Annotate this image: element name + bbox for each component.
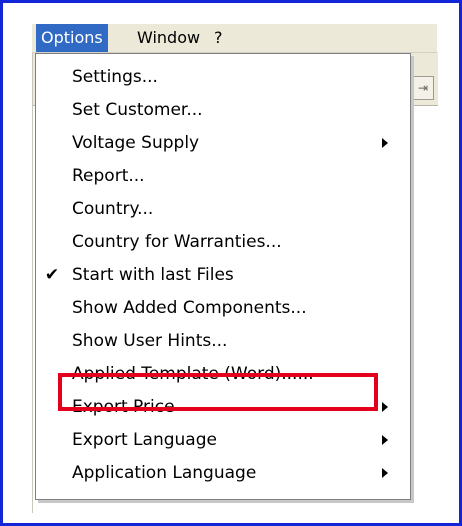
options-dropdown-menu: Settings... Set Customer... Voltage Supp… xyxy=(35,53,411,500)
menu-item-label: Start with last Files xyxy=(72,265,234,285)
menu-item-label: Set Customer... xyxy=(72,100,203,120)
menu-item-export-language[interactable]: Export Language xyxy=(36,424,410,456)
menu-item-show-added-components[interactable]: Show Added Components... xyxy=(36,292,410,324)
menu-item-label: Export Language xyxy=(72,430,217,450)
menu-item-label: Show User Hints... xyxy=(72,331,228,351)
screenshot-frame: ⇥ Options Window ? Settings... Set Custo… xyxy=(0,0,462,526)
menu-item-label: Export Price xyxy=(72,397,175,417)
menu-item-label: Country for Warranties... xyxy=(72,232,282,252)
checkmark-icon: ✔ xyxy=(44,265,60,285)
submenu-arrow-icon xyxy=(382,138,388,148)
menu-item-label: Applied Template (Word)...... xyxy=(72,364,314,384)
menu-item-show-user-hints[interactable]: Show User Hints... xyxy=(36,325,410,357)
menu-item-export-price[interactable]: Export Price xyxy=(36,391,410,423)
menu-item-settings[interactable]: Settings... xyxy=(36,61,410,93)
menu-item-country[interactable]: Country... xyxy=(36,193,410,225)
menu-item-label: Show Added Components... xyxy=(72,298,307,318)
submenu-arrow-icon xyxy=(382,435,388,445)
menu-item-label: Country... xyxy=(72,199,154,219)
toolbar-button[interactable]: ⇥ xyxy=(412,76,434,100)
menu-bar: Options Window ? xyxy=(32,24,437,53)
menu-help[interactable]: ? xyxy=(209,24,228,52)
submenu-arrow-icon xyxy=(382,402,388,412)
menu-item-voltage-supply[interactable]: Voltage Supply xyxy=(36,127,410,159)
submenu-arrow-icon xyxy=(382,468,388,478)
menu-item-applied-template[interactable]: Applied Template (Word)...... xyxy=(36,358,410,390)
menu-item-set-customer[interactable]: Set Customer... xyxy=(36,94,410,126)
menu-item-label: Report... xyxy=(72,166,145,186)
menu-item-start-with-last-files[interactable]: ✔ Start with last Files xyxy=(36,259,410,291)
menu-item-application-language[interactable]: Application Language xyxy=(36,457,410,489)
menu-item-country-for-warranties[interactable]: Country for Warranties... xyxy=(36,226,410,258)
menu-item-report[interactable]: Report... xyxy=(36,160,410,192)
menu-options[interactable]: Options xyxy=(36,24,108,52)
menu-item-label: Application Language xyxy=(72,463,257,483)
menu-item-label: Voltage Supply xyxy=(72,133,200,153)
menu-item-label: Settings... xyxy=(72,67,158,87)
menu-window[interactable]: Window xyxy=(132,24,205,52)
